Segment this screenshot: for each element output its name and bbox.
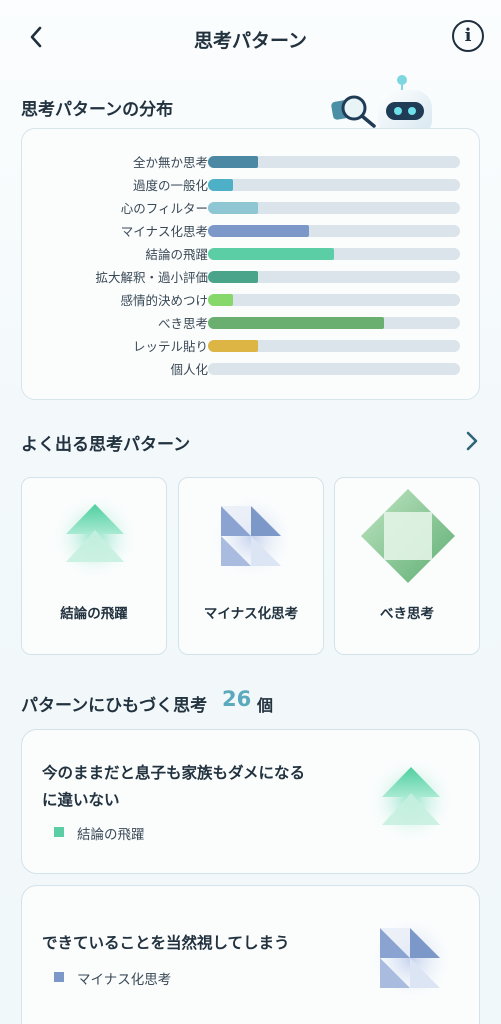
distribution-bar-fill — [208, 294, 234, 306]
header: 思考パターン i — [0, 0, 501, 72]
distribution-row: 感情的決めつけ — [22, 289, 480, 309]
distribution-row: 心のフィルター — [22, 197, 480, 217]
thought-tag: マイナス化思考 — [77, 972, 172, 988]
distribution-row-label: 全か無か思考 — [132, 155, 208, 170]
thought-card[interactable]: できていることを当然視してしまう マイナス化思考 — [21, 885, 480, 1024]
distribution-bar-fill — [208, 248, 334, 260]
thought-card[interactable]: 今のままだと息子も家族もダメになる に違いない 結論の飛躍 — [21, 729, 480, 874]
pattern-label: 結論の飛躍 — [60, 606, 128, 622]
minimization-icon — [208, 493, 296, 581]
distribution-row: 全か無か思考 — [22, 151, 480, 171]
frequent-title: よく出る思考パターン — [21, 435, 191, 455]
distribution-row: 過度の一般化 — [22, 174, 480, 194]
thought-text-line2: に違いない — [42, 791, 120, 809]
pattern-card-should[interactable]: べき思考 — [334, 477, 480, 655]
leap-conclusion-icon — [367, 756, 455, 844]
distribution-row-label: 感情的決めつけ — [120, 293, 208, 308]
pattern-label: べき思考 — [380, 606, 434, 622]
distribution-bar-fill — [208, 202, 259, 214]
chevron-right-icon — [466, 431, 478, 451]
info-icon: i — [464, 25, 472, 46]
distribution-row-label: マイナス化思考 — [120, 224, 208, 239]
distribution-bar-fill — [208, 156, 259, 168]
distribution-row-label: 拡大解釈・過小評価 — [95, 270, 208, 285]
thought-text-line1: できていることを当然視してしまう — [42, 934, 290, 952]
distribution-card: 全か無か思考 過度の一般化心のフィルター マイナス化思考結論の飛躍拡大解釈・過小評価… — [21, 128, 480, 400]
distribution-row-label: 結論の飛躍 — [145, 247, 208, 262]
distribution-bar-track — [208, 248, 460, 260]
page-title: 思考パターン — [193, 30, 308, 52]
thoughts-count: 26 — [222, 687, 252, 711]
distribution-bar-track — [208, 156, 460, 168]
distribution-row: レッテル貼り — [22, 335, 480, 355]
thoughts-unit: 個 — [257, 696, 274, 715]
distribution-bar-track — [208, 202, 460, 214]
distribution-bar-fill — [208, 271, 259, 283]
info-button[interactable]: i — [452, 20, 484, 52]
pattern-label: マイナス化思考 — [203, 606, 299, 622]
distribution-bar-track — [208, 317, 460, 329]
distribution-bar-track — [208, 179, 460, 191]
distribution-bar-fill — [208, 179, 234, 191]
tag-color-dot — [54, 827, 64, 837]
distribution-bar-track — [208, 225, 460, 237]
pattern-card-leap[interactable]: 結論の飛躍 — [21, 477, 167, 655]
distribution-row: べき思考 — [22, 312, 480, 332]
distribution-bar-track — [208, 271, 460, 283]
thought-tag: 結論の飛躍 — [77, 827, 145, 843]
distribution-bar-fill — [208, 317, 385, 329]
distribution-bar-track — [208, 340, 460, 352]
distribution-row-label: べき思考 — [157, 316, 208, 331]
distribution-row: 拡大解釈・過小評価 — [22, 266, 480, 286]
thought-text-line1: 今のままだと息子も家族もダメになる — [42, 764, 306, 782]
distribution-bar-fill — [208, 340, 259, 352]
leap-conclusion-icon — [51, 493, 139, 581]
should-thinking-icon — [361, 489, 455, 583]
distribution-bar-fill — [208, 225, 309, 237]
tag-color-dot — [54, 972, 64, 982]
distribution-bar-track — [208, 363, 460, 375]
minimization-icon — [367, 915, 455, 1003]
distribution-row-label: 過度の一般化 — [132, 178, 208, 193]
distribution-bar-track — [208, 294, 460, 306]
thoughts-title: パターンにひもづく思考 — [21, 696, 208, 716]
pattern-card-minimization[interactable]: マイナス化思考 — [178, 477, 324, 655]
frequent-more-button[interactable] — [460, 428, 484, 454]
distribution-row-label: 個人化 — [170, 362, 208, 377]
distribution-row: 結論の飛躍 — [22, 243, 480, 263]
distribution-row: 個人化 — [22, 358, 480, 378]
distribution-row: マイナス化思考 — [22, 220, 480, 240]
distribution-title: 思考パターンの分布 — [21, 100, 174, 120]
distribution-row-label: 心のフィルター — [120, 201, 208, 216]
distribution-row-label: レッテル貼り — [132, 339, 208, 354]
